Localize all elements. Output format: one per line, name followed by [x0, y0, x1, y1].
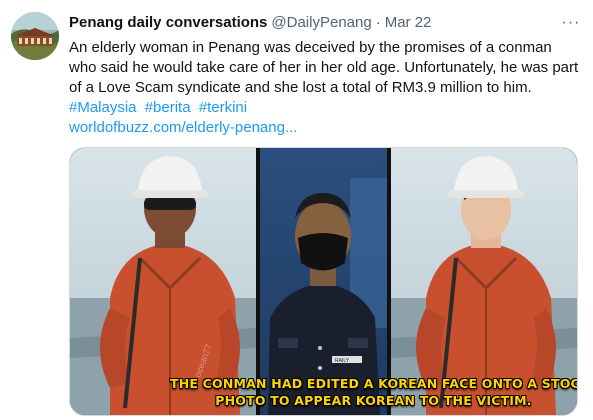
tweet-body: An elderly woman in Penang was deceived …: [69, 38, 581, 138]
url-line: worldofbuzz.com/elderly-penang...: [69, 118, 581, 138]
user-handle[interactable]: @DailyPenang: [271, 13, 371, 33]
avatar[interactable]: [11, 12, 59, 60]
hashtag-link[interactable]: #berita: [145, 99, 191, 116]
hashtag-list: #Malaysia #berita #terkini: [69, 98, 581, 118]
display-name[interactable]: Penang daily conversations: [69, 13, 267, 33]
hashtag-link[interactable]: #terkini: [199, 99, 247, 116]
image-caption: The conman had edited a Korean face onto…: [70, 375, 577, 409]
tweet-header: Penang daily conversations @DailyPenang …: [69, 13, 569, 33]
tweet-media[interactable]: ocean77 RAILY THE CONMAN HAD EDITED A KO…: [69, 147, 578, 416]
hashtag-link[interactable]: #Malaysia: [69, 99, 137, 116]
badge-text: RAILY: [335, 358, 350, 364]
caption-line: The conman had edited a Korean face onto…: [170, 376, 578, 391]
avatar-image: [11, 12, 59, 60]
more-options-icon[interactable]: ···: [561, 13, 581, 33]
tweet-text: An elderly woman in Penang was deceived …: [69, 39, 579, 96]
tweet-card[interactable]: Penang daily conversations @DailyPenang …: [0, 0, 593, 420]
external-link[interactable]: worldofbuzz.com/elderly-penang...: [69, 119, 297, 136]
tweet-date[interactable]: Mar 22: [385, 13, 432, 33]
separator-dot: ·: [375, 14, 381, 31]
caption-line: photo to appear Korean to the victim.: [215, 393, 532, 408]
